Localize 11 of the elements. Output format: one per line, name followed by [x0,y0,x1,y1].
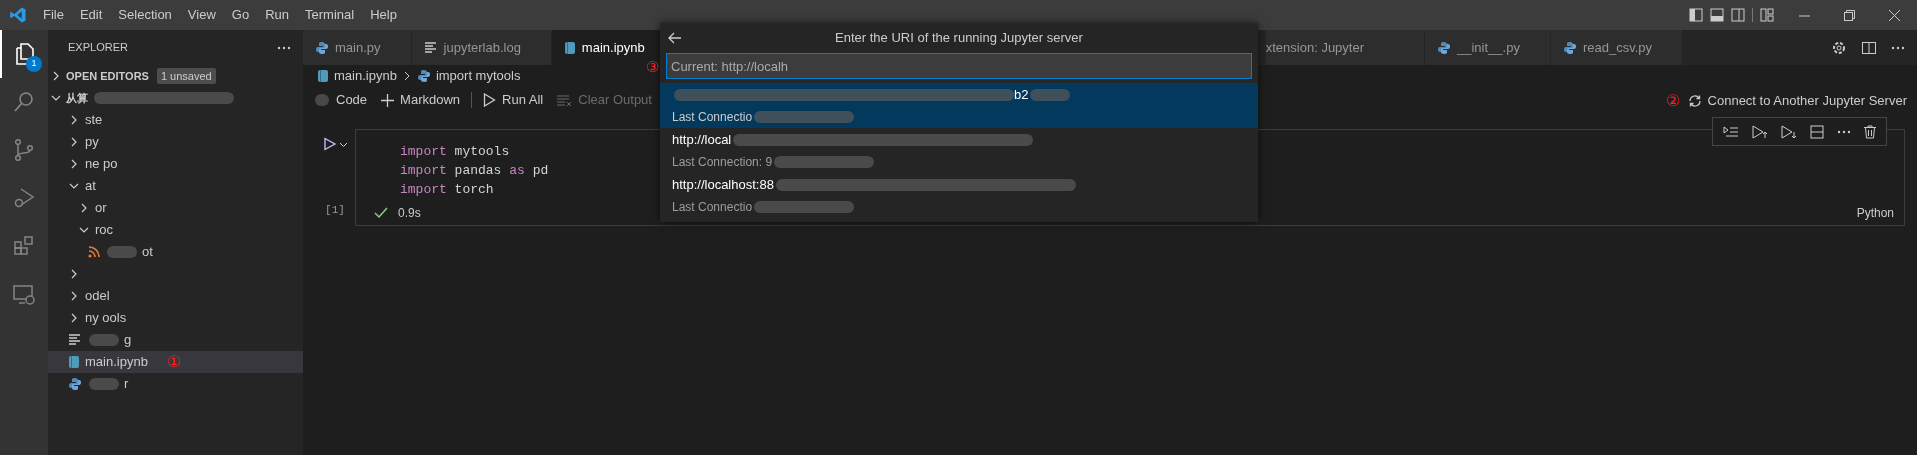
execution-time: 0.9s [398,205,421,222]
code-line: import mytools [400,143,510,161]
annotation-number: ① [166,352,181,372]
notification-badge: 1 [26,56,42,72]
execution-count: [1] [325,202,345,218]
annotation-number: ② [1665,91,1680,111]
code-line: import torch [400,181,494,199]
unsaved-badge: 1 unsaved [156,67,216,85]
code-line: import pandas as pd [400,162,549,180]
quick-pick-title: Enter the URI of the running Jupyter server [835,29,1083,48]
sidebar-title: EXPLORER [68,40,128,56]
